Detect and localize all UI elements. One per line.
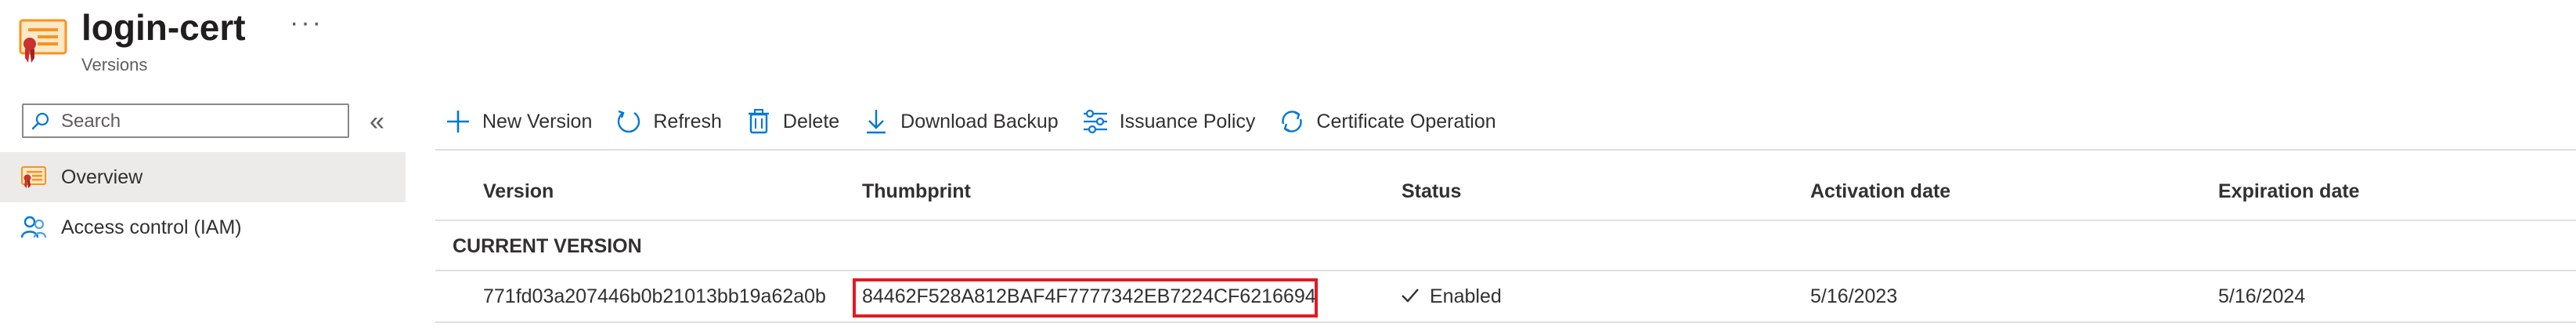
sidebar-item-overview[interactable]: Overview <box>0 152 406 202</box>
collapse-sidebar-button[interactable]: « <box>370 107 384 137</box>
refresh-icon <box>618 110 640 133</box>
row-divider <box>435 321 2576 323</box>
page-subtitle: Versions <box>81 55 148 74</box>
group-header-current-version: CURRENT VERSION <box>453 235 642 257</box>
delete-button[interactable]: Delete <box>745 108 839 135</box>
download-icon <box>867 110 886 134</box>
status-value: Enabled <box>1430 285 1502 307</box>
download-backup-label: Download Backup <box>900 110 1059 133</box>
certificate-operation-button[interactable]: Certificate Operation <box>1279 108 1496 135</box>
download-backup-button[interactable]: Download Backup <box>863 108 1059 135</box>
certificate-operation-label: Certificate Operation <box>1316 110 1496 133</box>
issuance-policy-button[interactable]: Issuance Policy <box>1082 108 1256 135</box>
certificate-icon <box>19 19 67 63</box>
search-icon <box>31 112 49 130</box>
search-box[interactable] <box>22 103 349 138</box>
command-bar: New Version Refresh Delete Download Back… <box>445 102 1520 141</box>
version-link[interactable]: 771fd03a207446b0b21013bb19a62a0b <box>483 285 826 308</box>
column-header-thumbprint[interactable]: Thumbprint <box>862 180 971 203</box>
sidebar-item-iam[interactable]: Access control (IAM) <box>0 202 406 252</box>
header-divider <box>435 220 2576 221</box>
page-title: login-cert <box>81 7 246 48</box>
new-version-button[interactable]: New Version <box>445 108 592 135</box>
refresh-button[interactable]: Refresh <box>615 108 722 135</box>
sidebar-item-label: Access control (IAM) <box>61 216 242 238</box>
delete-label: Delete <box>782 110 840 133</box>
trash-icon <box>748 109 769 134</box>
cycle-icon <box>1282 111 1303 133</box>
column-header-version[interactable]: Version <box>483 180 554 203</box>
new-version-label: New Version <box>482 110 593 133</box>
sliders-icon <box>1083 109 1107 134</box>
plus-icon <box>447 111 469 133</box>
refresh-label: Refresh <box>653 110 722 133</box>
overview-icon <box>21 166 46 188</box>
activation-date-value: 5/16/2023 <box>1810 285 1898 307</box>
thumbprint-value: 84462F528A812BAF4F7777342EB7224CF6216694 <box>862 285 1316 307</box>
toolbar-divider <box>435 149 2576 151</box>
checkmark-icon <box>1402 289 1419 303</box>
issuance-policy-label: Issuance Policy <box>1119 110 1256 133</box>
search-input[interactable] <box>60 108 345 135</box>
group-divider <box>435 270 2576 271</box>
column-header-status[interactable]: Status <box>1402 180 1461 203</box>
iam-icon <box>20 216 47 238</box>
sidebar-item-label: Overview <box>61 165 143 188</box>
expiration-date-value: 5/16/2024 <box>2218 285 2306 307</box>
column-header-expiration-date[interactable]: Expiration date <box>2218 180 2360 203</box>
more-options-button[interactable]: ··· <box>290 8 323 38</box>
column-header-activation-date[interactable]: Activation date <box>1810 180 1950 203</box>
